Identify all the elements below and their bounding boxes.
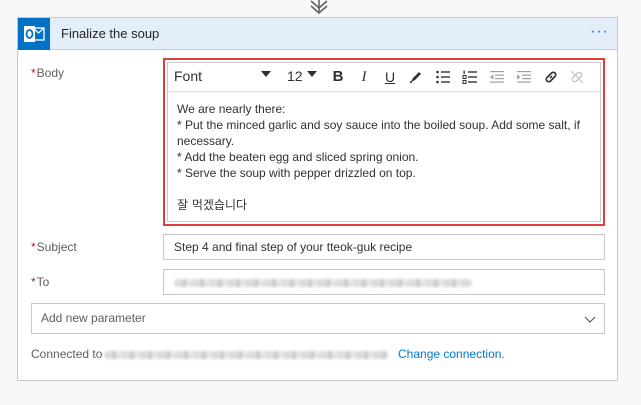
more-options-button[interactable]: ··· [590,18,609,46]
font-family-select[interactable]: Font [174,68,274,86]
subject-label: *Subject [31,240,77,254]
outlook-icon [18,18,50,50]
insert-link-button[interactable] [540,66,562,88]
body-editor-highlight: Font 12 B I U We are nearly there: * Put… [163,58,605,226]
remove-link-button[interactable] [566,66,588,88]
bullet-list-button[interactable] [432,66,454,88]
connected-to-text: Connected to [31,347,103,361]
chevron-down-icon [307,71,317,77]
add-new-parameter-dropdown[interactable]: Add new parameter [31,303,605,334]
card-header[interactable]: Finalize the soup ··· [18,18,617,50]
redacted-account [104,351,389,359]
connector-arrow-icon [310,0,328,14]
chevron-down-icon [584,316,596,323]
required-asterisk: * [31,240,36,254]
body-line: * Serve the soup with pepper drizzled on… [177,166,416,180]
bold-button[interactable]: B [327,66,349,88]
body-content[interactable]: We are nearly there: * Put the minced ga… [177,101,592,213]
required-asterisk: * [31,66,36,80]
indent-icon [517,71,531,83]
editor-toolbar: Font 12 B I U [168,63,600,92]
required-asterisk: * [31,275,36,289]
font-color-button[interactable] [405,66,427,88]
underline-button[interactable]: U [379,66,401,88]
body-line: We are nearly there: [177,102,286,116]
card-title: Finalize the soup [61,26,160,41]
link-icon [545,71,557,83]
highlighter-icon [409,72,421,84]
font-size-select[interactable]: 12 [287,68,323,86]
change-connection-link[interactable]: Change connection. [398,347,505,361]
action-card: Finalize the soup ··· *Body Font 12 B I … [17,17,618,381]
to-label: *To [31,275,50,289]
to-input[interactable] [163,269,605,295]
body-signoff: 잘 먹겠습니다 [177,198,248,212]
redacted-email [174,279,472,287]
bullet-list-icon [436,70,450,84]
unlink-icon [570,70,584,84]
decrease-indent-button[interactable] [486,66,508,88]
numbered-list-button[interactable] [459,66,481,88]
body-line: * Put the minced garlic and soy sauce in… [177,118,580,148]
numbered-list-icon [462,70,477,84]
chevron-down-icon [261,71,271,77]
outdent-icon [490,71,504,83]
body-label: *Body [31,66,65,80]
body-editor[interactable]: Font 12 B I U We are nearly there: * Put… [167,62,601,222]
subject-input[interactable]: Step 4 and final step of your tteok-guk … [163,234,605,260]
increase-indent-button[interactable] [513,66,535,88]
body-line: * Add the beaten egg and sliced spring o… [177,150,419,164]
italic-button[interactable]: I [353,66,375,88]
